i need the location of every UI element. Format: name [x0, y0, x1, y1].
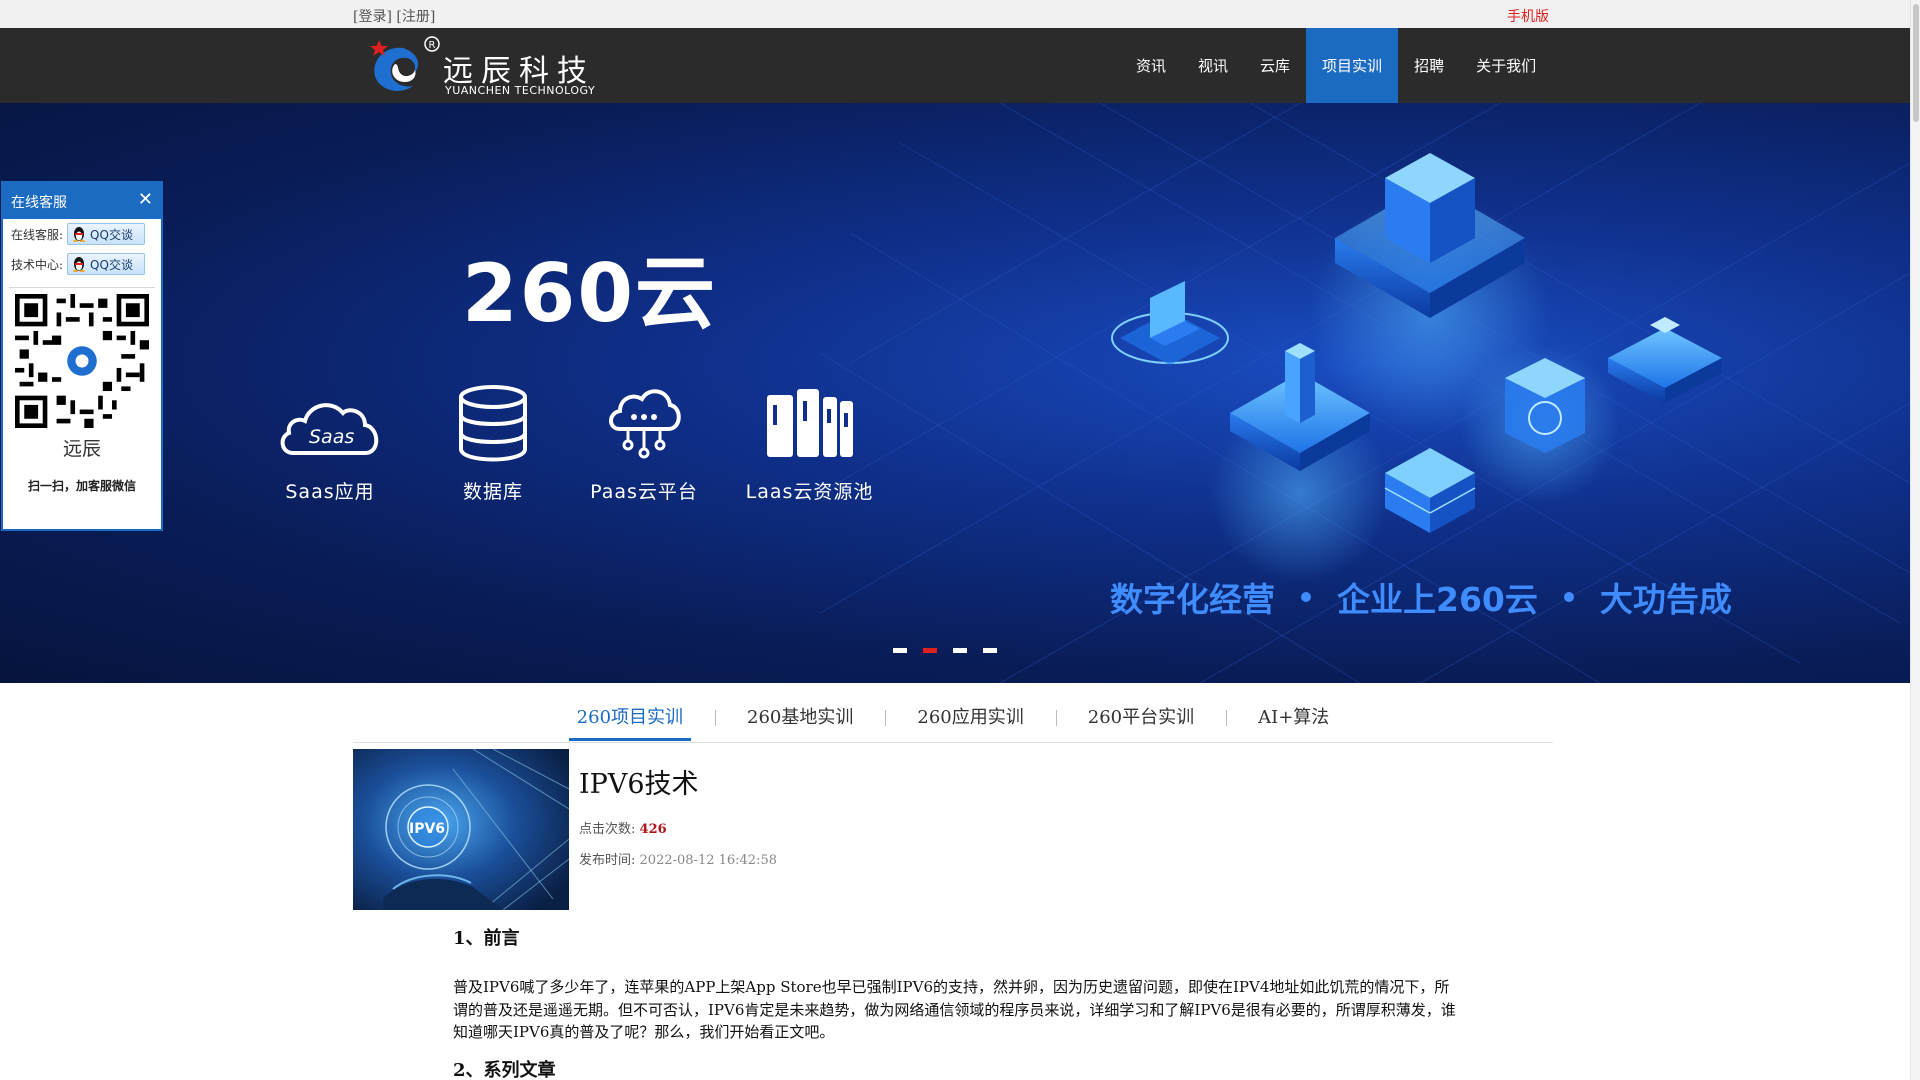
banner-slogan: 数字化经营 企业上260云 大功告成 — [1110, 573, 1732, 621]
qq-chat-label: QQ交谈 — [90, 257, 133, 272]
tab-260-project-training[interactable]: 260项目实训 — [545, 688, 715, 743]
tab-260-base-training[interactable]: 260基地实训 — [715, 688, 885, 743]
service-company-name: 远辰 — [62, 438, 101, 460]
service-row-tech: 技术中心: QQ交谈 — [3, 249, 161, 279]
article-publish-time: 发布时间: 2022-08-12 16:42:58 — [579, 849, 777, 868]
carousel-dot-4[interactable] — [983, 648, 997, 653]
service-saas[interactable]: Saas Saas应用 — [260, 383, 400, 504]
nav-cloud-library[interactable]: 云库 — [1244, 28, 1306, 103]
svg-text:R: R — [429, 40, 436, 51]
slogan-dot — [1563, 592, 1574, 602]
wechat-qr-code — [15, 294, 149, 428]
tab-260-application-training[interactable]: 260应用实训 — [885, 688, 1055, 743]
carousel-pagination — [893, 648, 997, 653]
carousel-dot-2[interactable] — [923, 648, 937, 653]
service-iaas-label: Laas云资源池 — [745, 481, 874, 503]
service-row-label: 在线客服: — [11, 227, 64, 242]
cloud-network-icon — [609, 389, 681, 459]
site-header: R 远辰科技 YUANCHEN TECHNOLOGY 资讯 视讯 云库 项目实训… — [0, 28, 1910, 103]
qq-chat-button[interactable]: QQ交谈 — [67, 253, 146, 275]
service-paas[interactable]: Paas云平台 — [574, 383, 714, 504]
article-thumbnail[interactable]: IPV6 — [353, 749, 569, 910]
cloud-saas-icon: Saas — [280, 403, 379, 455]
register-link[interactable]: [注册] — [396, 9, 435, 25]
service-saas-label: Saas应用 — [285, 481, 375, 503]
nav-news[interactable]: 资讯 — [1120, 28, 1182, 103]
logo-english-name: YUANCHEN TECHNOLOGY — [445, 84, 596, 97]
tab-ai-algorithm[interactable]: AI+算法 — [1226, 688, 1361, 743]
main-nav: 资讯 视讯 云库 项目实训 招聘 关于我们 — [1120, 28, 1552, 103]
section-heading-intro: 1、前言 — [453, 928, 520, 949]
service-row-label: 技术中心: — [11, 257, 64, 272]
article-hits: 点击次数: 426 — [579, 818, 667, 837]
service-database[interactable]: 数据库 — [423, 383, 563, 504]
category-tabs: 260项目实训 260基地实训 260应用实训 260平台实训 AI+算法 — [353, 688, 1553, 743]
scrollbar-thumb[interactable] — [1913, 4, 1919, 122]
article-title: IPV6技术 — [579, 769, 699, 800]
site-logo[interactable]: R 远辰科技 YUANCHEN TECHNOLOGY — [365, 34, 625, 98]
hero-banner[interactable]: 260云 Saas Saas应用 数据库 Paas云平台 Laas云资源池 数字… — [0, 103, 1910, 683]
time-label: 发布时间: — [579, 853, 636, 868]
app-cube — [1608, 317, 1722, 403]
nav-recruitment[interactable]: 招聘 — [1398, 28, 1460, 103]
server-rack-icon — [766, 389, 853, 457]
database-icon — [459, 385, 527, 462]
carousel-dot-1[interactable] — [893, 648, 907, 653]
service-panel-title: 在线客服 — [11, 195, 67, 211]
carousel-dot-3[interactable] — [953, 648, 967, 653]
top-utility-bar: [登录] [注册] 手机版 — [0, 0, 1910, 28]
qq-penguin-icon — [73, 257, 86, 272]
qq-chat-label: QQ交谈 — [90, 227, 133, 242]
hits-label: 点击次数: — [579, 822, 636, 837]
storage-stack — [1384, 448, 1476, 533]
slogan-part-2: 企业上260云 — [1337, 580, 1538, 619]
nav-about-us[interactable]: 关于我们 — [1460, 28, 1552, 103]
slogan-dot — [1301, 592, 1311, 602]
logo-emblem-icon: R — [370, 36, 440, 91]
nav-project-training[interactable]: 项目实训 — [1306, 28, 1399, 103]
page-scrollbar[interactable] — [1910, 0, 1920, 1080]
svg-text:Saas: Saas — [309, 426, 354, 448]
login-link[interactable]: [登录] — [353, 9, 392, 25]
section-heading-series: 2、系列文章 — [453, 1060, 556, 1080]
tab-260-platform-training[interactable]: 260平台实训 — [1055, 688, 1226, 743]
slogan-part-3: 大功告成 — [1599, 580, 1732, 619]
slogan-part-1: 数字化经营 — [1110, 580, 1275, 619]
service-paas-label: Paas云平台 — [590, 481, 698, 503]
ipv6-illustration: IPV6 — [353, 749, 569, 910]
service-row-online: 在线客服: QQ交谈 — [3, 219, 161, 249]
service-iaas[interactable]: Laas云资源池 — [737, 383, 882, 504]
article-paragraph: 普及IPV6喊了多少年了，连苹果的APP上架App Store也早已强制IPV6… — [453, 978, 1456, 1041]
svg-text:IPV6: IPV6 — [409, 821, 445, 837]
banner-title: 260云 — [462, 247, 717, 340]
security-hex-cube — [1505, 358, 1585, 453]
qq-chat-button[interactable]: QQ交谈 — [67, 223, 146, 245]
online-service-panel: 在线客服 ✕ 在线客服: QQ交谈 技术中心: QQ交谈 远辰 扫一扫，加客服微… — [1, 181, 163, 531]
hits-count: 426 — [639, 822, 667, 837]
service-scan-tip: 扫一扫，加客服微信 — [27, 479, 136, 493]
service-database-label: 数据库 — [462, 481, 523, 503]
nav-video[interactable]: 视讯 — [1182, 28, 1244, 103]
mobile-version-link[interactable]: 手机版 — [1507, 6, 1549, 26]
qq-penguin-icon — [73, 227, 86, 242]
time-value: 2022-08-12 16:42:58 — [639, 853, 778, 868]
auth-links: [登录] [注册] — [353, 6, 435, 26]
divider — [9, 287, 155, 288]
close-icon[interactable]: ✕ — [138, 189, 153, 210]
service-panel-header: 在线客服 ✕ — [3, 183, 161, 219]
